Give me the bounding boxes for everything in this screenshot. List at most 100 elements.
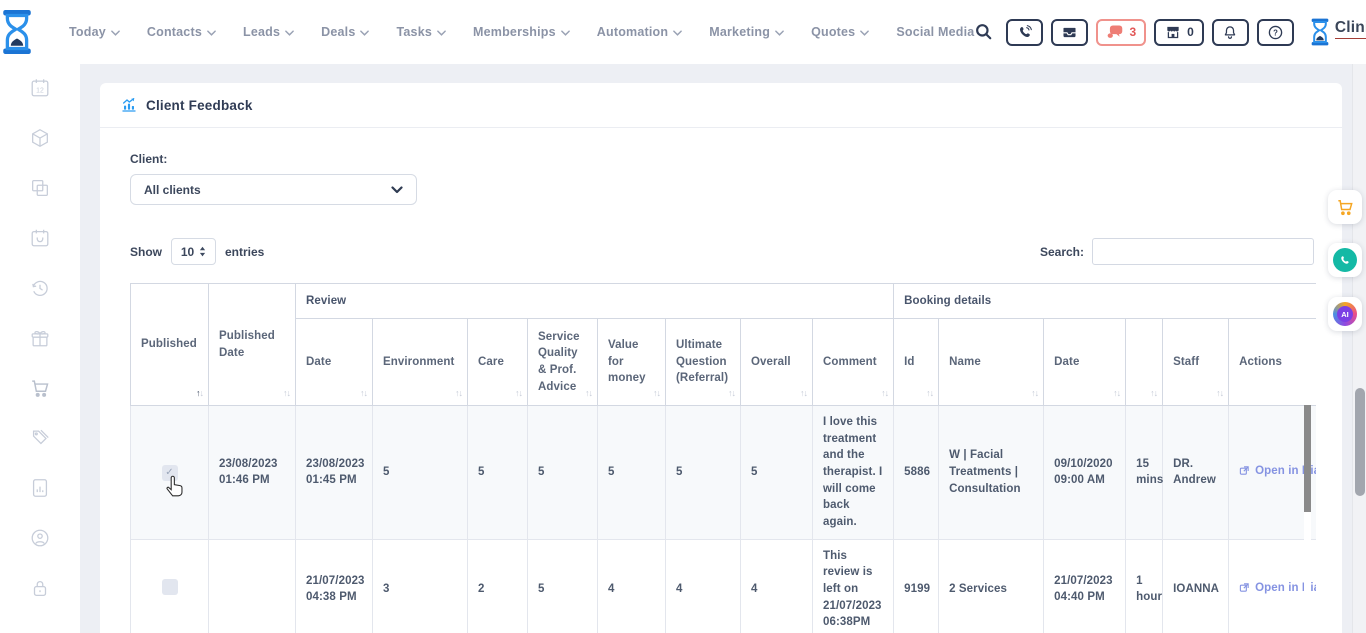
table-controls-row: Show 10 entries Search:: [130, 238, 1314, 265]
col-header-ultimate-question[interactable]: Ultimate Question (Referral)↑↓: [666, 319, 741, 406]
col-header-care[interactable]: Care↑↓: [468, 319, 528, 406]
store-icon: [1164, 24, 1182, 41]
col-header-review-date[interactable]: Date↑↓: [296, 319, 373, 406]
floating-cart-button[interactable]: [1328, 190, 1362, 224]
calendar-import-icon: [29, 227, 51, 249]
client-filter-select[interactable]: All clients: [130, 174, 417, 205]
sidebar-item-report[interactable]: [29, 477, 51, 499]
sort-icon: ↑↓: [926, 387, 933, 400]
sidebar-item-lock[interactable]: [29, 577, 51, 599]
duration-cell: 15 mins: [1126, 406, 1163, 540]
col-header-published-date[interactable]: Published Date ↑↓: [209, 284, 296, 406]
user-circle-icon: [29, 527, 51, 549]
floating-phone-button[interactable]: [1328, 243, 1362, 277]
nav-memberships[interactable]: Memberships: [473, 25, 570, 39]
nav-social-media[interactable]: Social Media: [896, 25, 974, 39]
left-sidebar: 12: [0, 64, 80, 633]
staff-cell: DR. Andrew: [1163, 406, 1229, 540]
chevron-down-icon: [285, 30, 294, 36]
help-icon: ?: [1267, 24, 1284, 41]
col-header-comment[interactable]: Comment↑↓: [813, 319, 894, 406]
sidebar-item-cart[interactable]: [29, 377, 51, 399]
page-scrollbar-track[interactable]: [1352, 64, 1366, 633]
clinicsoftware-brand[interactable]: ClinicSoftware .com TEN STEPS AHEAD: [1310, 18, 1366, 46]
published-cell: [131, 539, 209, 633]
ultimate-question-cell: 5: [666, 406, 741, 540]
col-header-id[interactable]: Id↑↓: [894, 319, 939, 406]
table-search-input[interactable]: [1092, 238, 1314, 265]
col-header-environment[interactable]: Environment↑↓: [373, 319, 468, 406]
inbox-button[interactable]: [1051, 19, 1088, 46]
nav-contacts[interactable]: Contacts: [147, 25, 216, 39]
external-link-icon: [1239, 465, 1250, 476]
nav-today[interactable]: Today: [69, 25, 120, 39]
store-button[interactable]: 0: [1154, 19, 1204, 46]
actions-cell: Open in Diary: [1229, 406, 1316, 540]
col-header-staff[interactable]: Staff↑↓: [1163, 319, 1229, 406]
help-button[interactable]: ?: [1257, 19, 1294, 46]
main-content: Client Feedback Client: All clients Show…: [80, 64, 1366, 633]
sidebar-item-gift[interactable]: [29, 327, 51, 349]
sort-icon: ↑↓: [196, 387, 203, 400]
up-down-arrows-icon: [199, 246, 206, 257]
nav-quotes[interactable]: Quotes: [811, 25, 869, 39]
table-scrollbar-thumb[interactable]: [1304, 405, 1311, 512]
floating-ai-button[interactable]: AI: [1328, 297, 1362, 331]
page-scrollbar-thumb[interactable]: [1355, 388, 1365, 496]
nav-automation[interactable]: Automation: [597, 25, 682, 39]
notifications-button[interactable]: [1212, 19, 1249, 46]
col-header-published[interactable]: Published ↑↓: [131, 284, 209, 406]
sidebar-item-tags[interactable]: [29, 427, 51, 449]
package-icon: [29, 127, 51, 149]
phone-button[interactable]: [1006, 19, 1043, 46]
chat-button[interactable]: 3: [1096, 19, 1146, 46]
col-header-name[interactable]: Name↑↓: [939, 319, 1044, 406]
sidebar-item-calendar[interactable]: 12: [29, 77, 51, 99]
nav-tasks[interactable]: Tasks: [396, 25, 446, 39]
page-length-value: 10: [181, 245, 194, 259]
col-header-service-quality[interactable]: Service Quality & Prof. Advice↑↓: [528, 319, 598, 406]
page-length-select[interactable]: 10: [171, 238, 216, 265]
chat-bubbles-icon: [1106, 24, 1124, 40]
booking-date-cell: 09/10/2020 09:00 AM: [1044, 406, 1126, 540]
cart-icon: [1335, 197, 1355, 217]
group-header-review: Review: [296, 284, 894, 319]
booking-name-cell: 2 Services: [939, 539, 1044, 633]
col-header-overall[interactable]: Overall↑↓: [741, 319, 813, 406]
col-header-value-for-money[interactable]: Value for money↑↓: [598, 319, 666, 406]
nav-marketing[interactable]: Marketing: [709, 25, 784, 39]
table-scrollbar-track[interactable]: [1304, 405, 1311, 633]
col-header-duration[interactable]: ↑↓: [1126, 319, 1163, 406]
service-quality-cell: 5: [528, 539, 598, 633]
chevron-down-icon: [673, 30, 682, 36]
sidebar-item-calendar-import[interactable]: [29, 227, 51, 249]
show-label: Show: [130, 245, 162, 259]
chevron-down-icon: [561, 30, 570, 36]
col-header-booking-date[interactable]: Date↑↓: [1044, 319, 1126, 406]
sort-icon: ↑↓: [515, 387, 522, 400]
table-search-group: Search:: [1040, 238, 1314, 265]
card-body: Client: All clients Show 10 entries Sear…: [100, 128, 1342, 633]
sidebar-item-user-circle[interactable]: [29, 527, 51, 549]
comment-cell: I love this treatment and the therapist.…: [813, 406, 894, 540]
page-title: Client Feedback: [146, 98, 253, 113]
store-count-badge: 0: [1187, 25, 1194, 39]
header-actions: 3 0 ? ClinicSoftware .com TEN STEPS AHEA…: [974, 15, 1366, 50]
search-button[interactable]: [974, 22, 994, 42]
svg-text:12: 12: [36, 88, 44, 95]
phone-circle-icon: [1333, 248, 1357, 272]
sidebar-item-package[interactable]: [29, 127, 51, 149]
chevron-down-icon: [111, 30, 120, 36]
app-logo[interactable]: [0, 10, 34, 54]
booking-date-cell: 21/07/2023 04:40 PM: [1044, 539, 1126, 633]
booking-id-cell: 9199: [894, 539, 939, 633]
nav-deals[interactable]: Deals: [321, 25, 369, 39]
brand-tagline: TEN STEPS AHEAD: [1335, 38, 1366, 45]
nav-leads[interactable]: Leads: [243, 25, 294, 39]
published-checkbox[interactable]: ✓: [162, 465, 178, 481]
ultimate-question-cell: 4: [666, 539, 741, 633]
history-icon: [29, 277, 51, 299]
sidebar-item-history[interactable]: [29, 277, 51, 299]
sidebar-item-pages[interactable]: [29, 177, 51, 199]
published-checkbox[interactable]: [162, 579, 178, 595]
